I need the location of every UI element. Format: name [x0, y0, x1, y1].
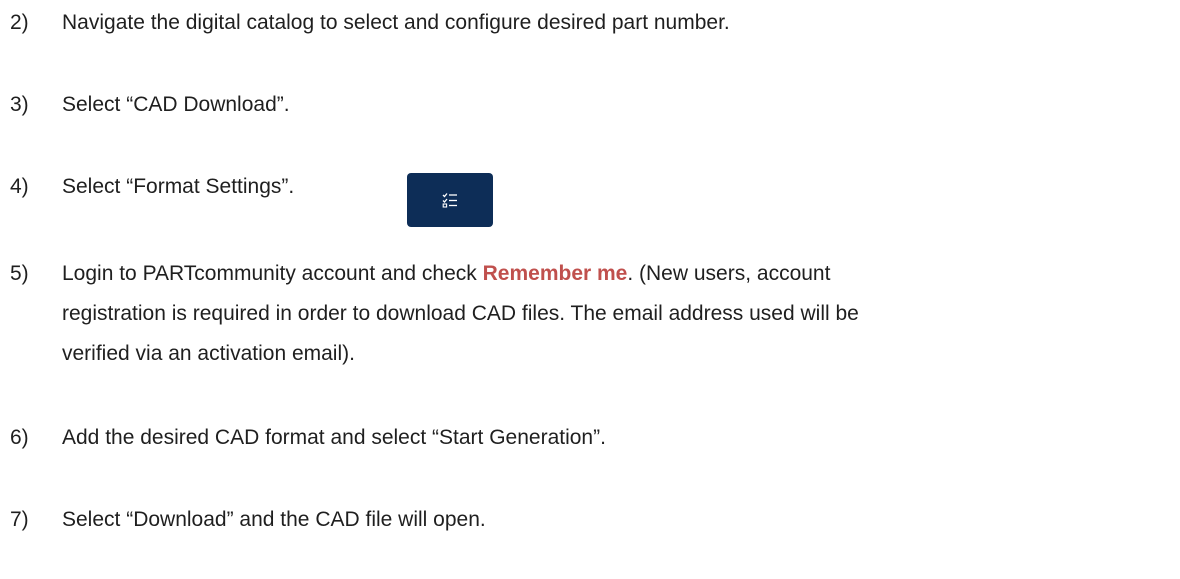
step-5-line-2: registration is required in order to dow…	[62, 302, 859, 325]
step-7: 7) Select “Download” and the CAD file wil…	[10, 509, 486, 530]
step-text-before: Login to PARTcommunity account and check	[62, 262, 483, 285]
step-text: Select “Format Settings”.	[62, 175, 295, 198]
step-text: Select “CAD Download”.	[62, 93, 290, 116]
format-settings-button[interactable]	[407, 173, 493, 227]
step-6: 6) Add the desired CAD format and select …	[10, 427, 606, 448]
step-text: Select “Download” and the CAD file will …	[62, 508, 486, 531]
step-4: 4) Select “Format Settings”.	[10, 176, 294, 197]
step-number: 2)	[10, 11, 29, 34]
step-5: 5) Login to PARTcommunity account and che…	[10, 263, 830, 284]
step-number: 7)	[10, 508, 29, 531]
step-number: 5)	[10, 262, 29, 285]
instruction-list: 2) Navigate the digital catalog to select…	[0, 0, 1180, 579]
step-2: 2) Navigate the digital catalog to select…	[10, 12, 730, 33]
step-number: 3)	[10, 93, 29, 116]
remember-me-highlight: Remember me	[482, 262, 628, 285]
step-5-line-3: verified via an activation email).	[62, 342, 355, 365]
step-3: 3) Select “CAD Download”.	[10, 94, 290, 115]
step-number: 6)	[10, 426, 29, 449]
step-text: Add the desired CAD format and select “S…	[62, 426, 606, 449]
step-text-after: . (New users, account	[627, 262, 831, 285]
checklist-icon	[442, 192, 458, 208]
step-text: Navigate the digital catalog to select a…	[62, 11, 730, 34]
step-number: 4)	[10, 175, 29, 198]
